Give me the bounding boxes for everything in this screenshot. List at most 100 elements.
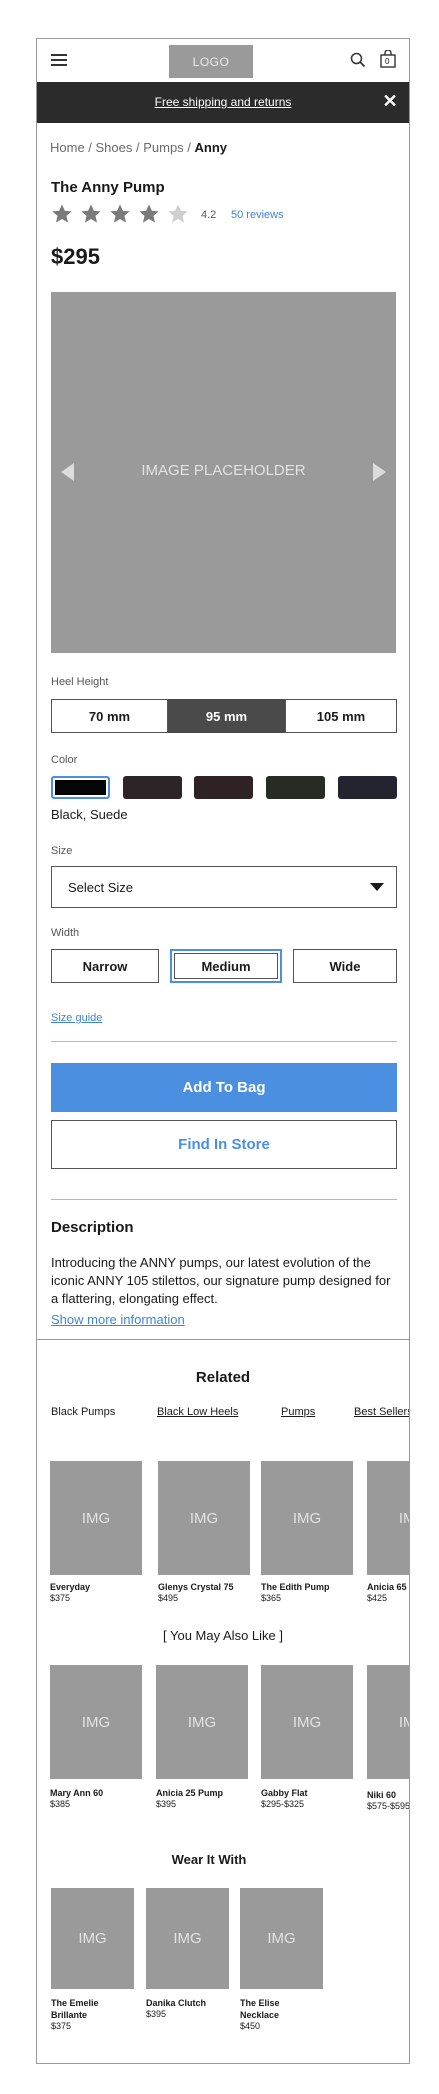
divider [51,1041,397,1042]
find-in-store-button[interactable]: Find In Store [51,1120,397,1169]
product-price: $385 [50,1799,71,1809]
product-price: $375 [51,2021,72,2031]
description-body: Introducing the ANNY pumps, our latest e… [51,1255,391,1306]
product-card[interactable]: IMG The Emelie Brillante $375 [51,1888,134,2031]
logo[interactable]: LOGO [169,45,253,78]
product-card[interactable]: IMG Danika Clutch $395 [146,1888,229,2019]
rating-stars [51,203,189,225]
add-to-bag-button[interactable]: Add To Bag [51,1063,397,1112]
color-swatch-burgundy[interactable] [194,776,253,799]
product-name: Anicia 25 Pump [156,1788,224,1798]
related-tab-black-low-heels[interactable]: Black Low Heels [157,1406,238,1418]
section-divider [37,1339,409,1340]
size-guide-link[interactable]: Size guide [51,1012,102,1024]
product-image: IMG [50,1461,142,1575]
product-price: $365 [261,1593,282,1603]
product-card[interactable]: IMG Glenys Crystal 75 $495 [158,1461,250,1603]
width-label: Width [51,927,80,939]
page-frame: LOGO 0 Free shipping and returns ✕ Home … [36,38,410,2064]
width-option-medium[interactable]: Medium [170,949,282,983]
product-price: $295-$325 [261,1799,305,1809]
product-price: $395 [146,2009,167,2019]
also-like-title: [ You May Also Like ] [163,1628,283,1643]
product-name: Anicia 65 [367,1582,407,1592]
product-card[interactable]: IMG Gabby Flat $295-$325 [261,1665,353,1809]
product-card[interactable]: IMG Niki 60 $575-$595 [367,1665,410,1811]
product-name-line2: Necklace [240,2010,280,2020]
star-filled-icon [52,204,72,223]
product-card[interactable]: IMG Mary Ann 60 $385 [50,1665,142,1809]
reviews-link[interactable]: 50 reviews [231,209,284,221]
product-title: The Anny Pump [51,179,165,196]
star-filled-icon [81,204,101,223]
bag-count: 0 [385,57,390,66]
size-select[interactable]: Select Size [51,866,397,908]
related-tab-pumps[interactable]: Pumps [281,1406,315,1418]
close-icon[interactable]: ✕ [380,91,400,111]
product-image-gallery: IMAGE PLACEHOLDER [51,292,396,653]
product-image: IMG [367,1461,409,1575]
rating-value: 4.2 [201,209,217,221]
product-card[interactable]: IMG Everyday $375 [50,1461,142,1603]
product-price: $395 [156,1799,177,1809]
product-card[interactable]: IMG The Edith Pump $365 [261,1461,353,1603]
breadcrumb-trail[interactable]: Home / Shoes / Pumps / [50,140,195,155]
product-card[interactable]: IMG Anicia 25 Pump $395 [156,1665,248,1809]
color-swatch-black[interactable] [51,776,110,799]
related-tab-black-pumps[interactable]: Black Pumps [51,1406,115,1418]
product-name: The Elise [240,1998,280,2008]
product-image: IMG [261,1461,353,1575]
breadcrumb-current: Anny [194,140,228,155]
heel-option-70[interactable]: 70 mm [51,699,168,733]
product-image: IMG [367,1665,409,1779]
selected-color-name: Black, Suede [51,807,128,822]
product-image: IMG [261,1665,353,1779]
product-image: IMG [158,1461,250,1575]
product-image: IMG [50,1665,142,1779]
product-image: IMG [146,1888,229,1989]
product-name: Mary Ann 60 [50,1788,104,1798]
heel-height-label: Heel Height [51,676,109,688]
product-name: Niki 60 [367,1790,397,1800]
color-label: Color [51,754,78,766]
star-empty-icon [168,204,188,223]
heel-option-105[interactable]: 105 mm [285,699,397,733]
promo-banner-link[interactable]: Free shipping and returns [37,95,409,109]
product-price: $425 [367,1593,388,1603]
product-price: $450 [240,2021,261,2031]
product-name: The Edith Pump [261,1582,330,1592]
product-price: $375 [50,1593,71,1603]
product-price: $495 [158,1593,179,1603]
promo-banner: Free shipping and returns ✕ [37,82,409,123]
bag-icon[interactable]: 0 [380,49,396,68]
color-swatch-brown[interactable] [123,776,182,799]
color-swatch-olive[interactable] [266,776,325,799]
product-price: $295 [51,244,100,269]
heel-option-95[interactable]: 95 mm [168,699,285,733]
width-option-wide[interactable]: Wide [293,949,397,983]
product-name-line2: Brillante [51,2010,88,2020]
site-header: LOGO 0 [37,39,409,82]
product-name: Glenys Crystal 75 [158,1582,234,1592]
wear-it-with-title: Wear It With [171,1852,247,1867]
color-swatch-navy[interactable] [338,776,397,799]
product-name: The Emelie [51,1998,99,2008]
width-option-narrow[interactable]: Narrow [51,949,159,983]
size-select-value: Select Size [68,880,134,895]
size-label: Size [51,845,73,857]
arrow-right-icon[interactable] [373,463,386,481]
show-more-link[interactable]: Show more information [51,1312,185,1327]
star-filled-icon [139,204,159,223]
product-name: Danika Clutch [146,1998,207,2008]
product-card[interactable]: IMG The Elise Necklace $450 [240,1888,323,2031]
hamburger-icon[interactable] [51,54,67,66]
chevron-down-icon [370,883,384,891]
product-name: Gabby Flat [261,1788,308,1798]
search-icon[interactable] [350,52,366,68]
related-tab-best-sellers[interactable]: Best Sellers [354,1406,409,1418]
product-image: IMG [51,1888,134,1989]
product-price: $575-$595 [367,1801,410,1811]
star-filled-icon [110,204,130,223]
product-card[interactable]: IMG Anicia 65 $425 [367,1461,409,1603]
product-image: IMG [156,1665,248,1779]
